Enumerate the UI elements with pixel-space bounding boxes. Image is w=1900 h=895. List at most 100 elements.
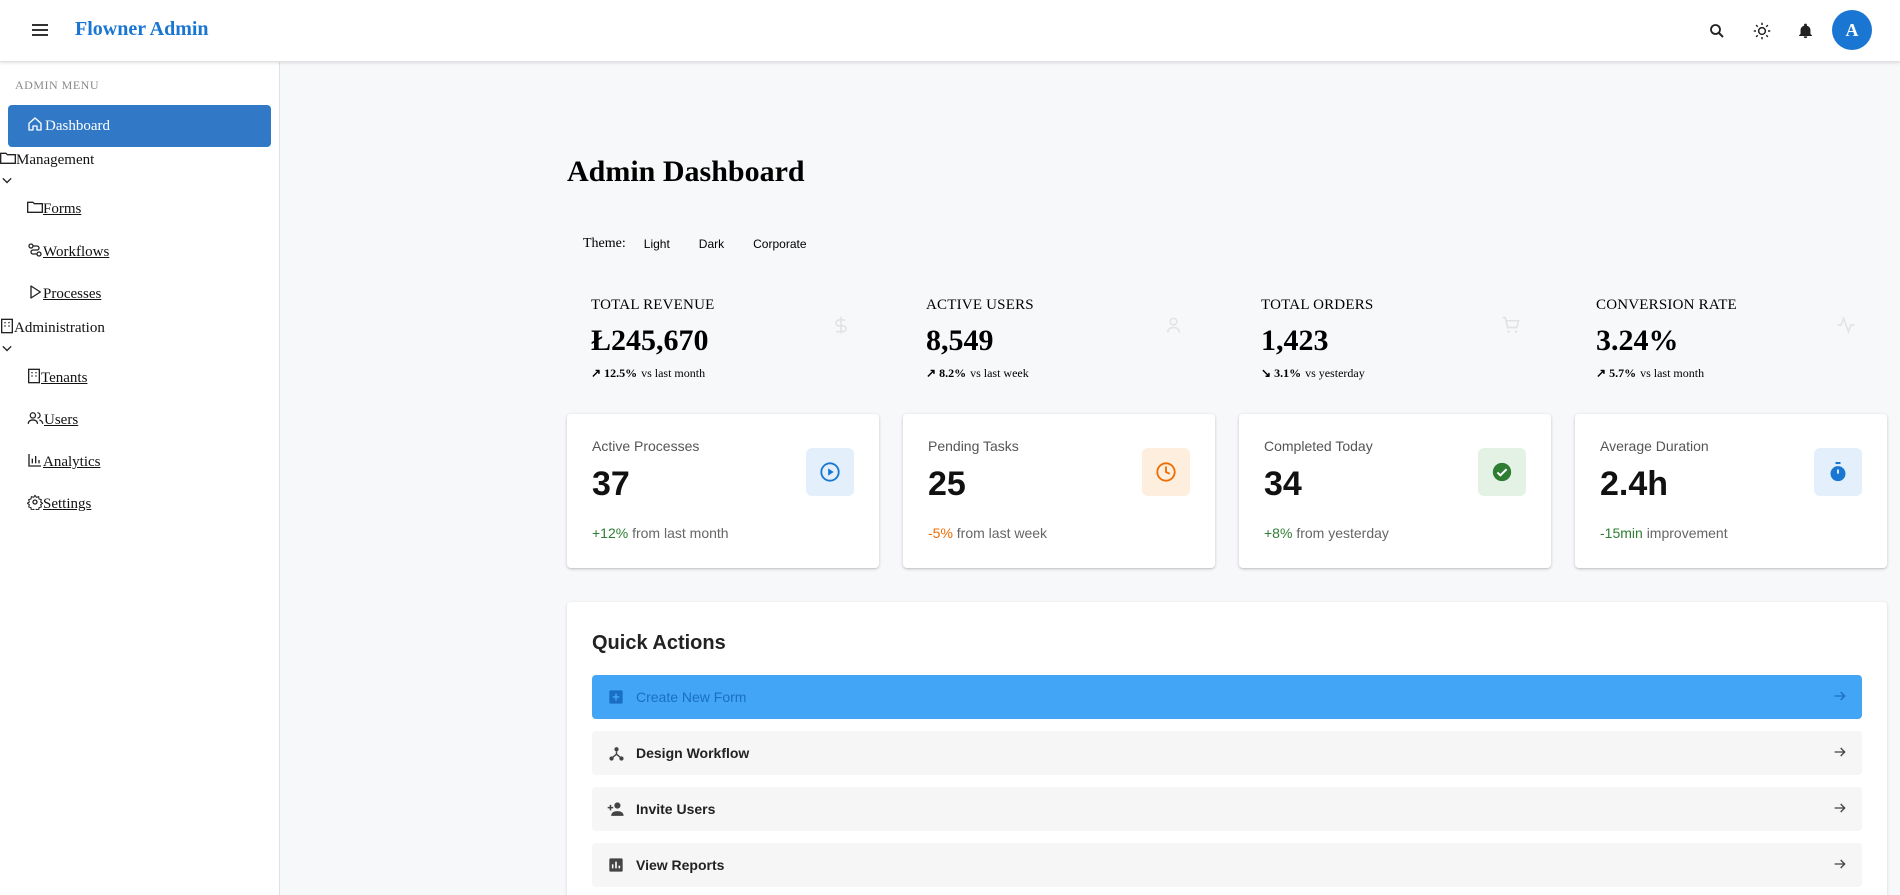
sidebar-item-label: Users <box>44 412 79 428</box>
users-icon <box>27 410 44 431</box>
building-icon <box>27 368 41 389</box>
sidebar-item-workflows[interactable]: Workflows <box>27 242 109 263</box>
sidebar: ADMIN MENU Dashboard Management Forms Wo… <box>0 62 280 895</box>
sidebar-item-processes[interactable]: Processes <box>27 284 101 305</box>
kpi-conversion-rate: CONVERSION RATE 3.24% ↗ 5.7% vs last mont… <box>1596 297 1896 387</box>
stat-value: 37 <box>592 465 630 503</box>
theme-option-dark[interactable]: Dark <box>699 237 724 251</box>
folder-icon <box>27 200 43 219</box>
stat-card-pending-tasks: Pending Tasks 25 -5% from last week <box>903 414 1215 568</box>
dollar-icon <box>831 315 851 335</box>
notifications-icon[interactable] <box>1793 19 1817 43</box>
clock-icon <box>1142 448 1190 496</box>
stat-label: Average Duration <box>1600 438 1709 454</box>
kpi-trend: ↗ 12.5% vs last month <box>591 366 706 380</box>
check-circle-icon <box>1478 448 1526 496</box>
stat-footer: +8% from yesterday <box>1264 525 1389 541</box>
page-title: Admin Dashboard <box>567 155 805 188</box>
kpi-trend: ↘ 3.1% vs yesterday <box>1261 366 1365 380</box>
bar-chart-icon <box>606 855 626 875</box>
invite-users-button[interactable]: Invite Users <box>592 787 1862 831</box>
sidebar-group-management[interactable]: Management <box>0 151 94 170</box>
kpi-trend: ↗ 5.7% vs last month <box>1596 366 1705 380</box>
stat-value: 25 <box>928 465 966 503</box>
arrow-right-icon <box>1832 688 1850 706</box>
sidebar-group-administration[interactable]: Administration <box>0 318 105 339</box>
users-icon <box>1166 315 1186 335</box>
play-icon <box>27 284 43 305</box>
quick-action-label: Create New Form <box>636 689 747 705</box>
create-new-form-button[interactable]: Create New Form <box>592 675 1862 719</box>
timer-icon <box>1814 448 1862 496</box>
sidebar-item-label: Dashboard <box>45 117 110 134</box>
kpi-total-orders: TOTAL ORDERS 1,423 ↘ 3.1% vs yesterday <box>1261 297 1561 387</box>
view-reports-button[interactable]: View Reports <box>592 843 1862 887</box>
stat-card-active-processes: Active Processes 37 +12% from last month <box>567 414 879 568</box>
sidebar-item-label: Settings <box>43 496 92 512</box>
stat-footer: +12% from last month <box>592 525 729 541</box>
quick-action-label: View Reports <box>636 857 725 873</box>
quick-actions-panel: Quick Actions Create New Form Design Wor… <box>567 602 1887 895</box>
person-add-icon <box>606 799 626 819</box>
kpi-total-revenue: TOTAL REVENUE Ł245,670 ↗ 12.5% vs last mo… <box>591 297 891 387</box>
top-app-bar: Flowner Admin A <box>0 0 1900 62</box>
stat-label: Pending Tasks <box>928 438 1019 454</box>
stat-footer: -5% from last week <box>928 525 1048 541</box>
chevron-down-icon[interactable] <box>2 172 14 184</box>
stat-card-completed-today: Completed Today 34 +8% from yesterday <box>1239 414 1551 568</box>
add-box-icon <box>606 687 626 707</box>
stat-card-average-duration: Average Duration 2.4h -15min improvement <box>1575 414 1887 568</box>
kpi-label: ACTIVE USERS <box>926 297 1034 313</box>
gear-icon <box>26 494 44 515</box>
kpi-label: TOTAL ORDERS <box>1261 297 1374 313</box>
menu-icon[interactable] <box>28 20 52 42</box>
theme-option-light[interactable]: Light <box>644 237 670 251</box>
kpi-active-users: ACTIVE USERS 8,549 ↗ 8.2% vs last week <box>926 297 1226 387</box>
sidebar-group-label: Management <box>16 152 95 168</box>
design-workflow-button[interactable]: Design Workflow <box>592 731 1862 775</box>
sidebar-item-analytics[interactable]: Analytics <box>27 452 101 473</box>
kpi-label: CONVERSION RATE <box>1596 297 1737 313</box>
sidebar-item-settings[interactable]: Settings <box>26 494 92 515</box>
theme-label: Theme: <box>583 236 626 251</box>
sidebar-group-label: Administration <box>14 320 105 336</box>
stat-label: Completed Today <box>1264 438 1373 454</box>
play-circle-icon <box>806 448 854 496</box>
sidebar-item-label: Analytics <box>43 454 101 470</box>
stat-label: Active Processes <box>592 438 700 454</box>
sidebar-item-users[interactable]: Users <box>27 410 78 431</box>
kpi-label: TOTAL REVENUE <box>591 297 715 313</box>
stat-footer: -15min improvement <box>1600 525 1728 541</box>
home-icon <box>27 116 45 137</box>
activity-icon <box>1836 315 1856 335</box>
quick-actions-title: Quick Actions <box>592 632 726 654</box>
chevron-down-icon[interactable] <box>2 340 14 352</box>
bar-chart-icon <box>27 452 43 473</box>
arrow-right-icon <box>1832 856 1850 874</box>
stat-value: 2.4h <box>1600 465 1669 503</box>
sidebar-item-label: Workflows <box>43 244 110 260</box>
sidebar-section-label: ADMIN MENU <box>15 78 99 92</box>
search-icon[interactable] <box>1705 19 1729 43</box>
sidebar-item-label: Tenants <box>41 370 88 386</box>
workflow-icon <box>27 242 43 263</box>
quick-action-label: Invite Users <box>636 801 716 817</box>
sidebar-item-label: Processes <box>43 286 102 302</box>
sidebar-item-forms[interactable]: Forms <box>27 200 81 219</box>
cart-icon <box>1501 315 1521 335</box>
theme-toggle-icon[interactable] <box>1750 19 1774 43</box>
workflow-icon <box>606 743 626 763</box>
building-icon <box>0 318 14 339</box>
user-avatar[interactable]: A <box>1832 10 1872 50</box>
sidebar-item-label: Forms <box>43 201 82 217</box>
stat-value: 34 <box>1264 465 1302 503</box>
theme-option-corporate[interactable]: Corporate <box>753 237 806 251</box>
kpi-trend: ↗ 8.2% vs last week <box>926 366 1029 380</box>
sidebar-item-tenants[interactable]: Tenants <box>27 368 87 389</box>
quick-action-label: Design Workflow <box>636 745 750 761</box>
arrow-right-icon <box>1832 800 1850 818</box>
theme-selector: Theme: Light Dark Corporate <box>583 236 836 252</box>
folder-icon <box>0 151 16 170</box>
sidebar-item-dashboard[interactable]: Dashboard <box>8 105 271 147</box>
brand-title[interactable]: Flowner Admin <box>75 18 209 41</box>
